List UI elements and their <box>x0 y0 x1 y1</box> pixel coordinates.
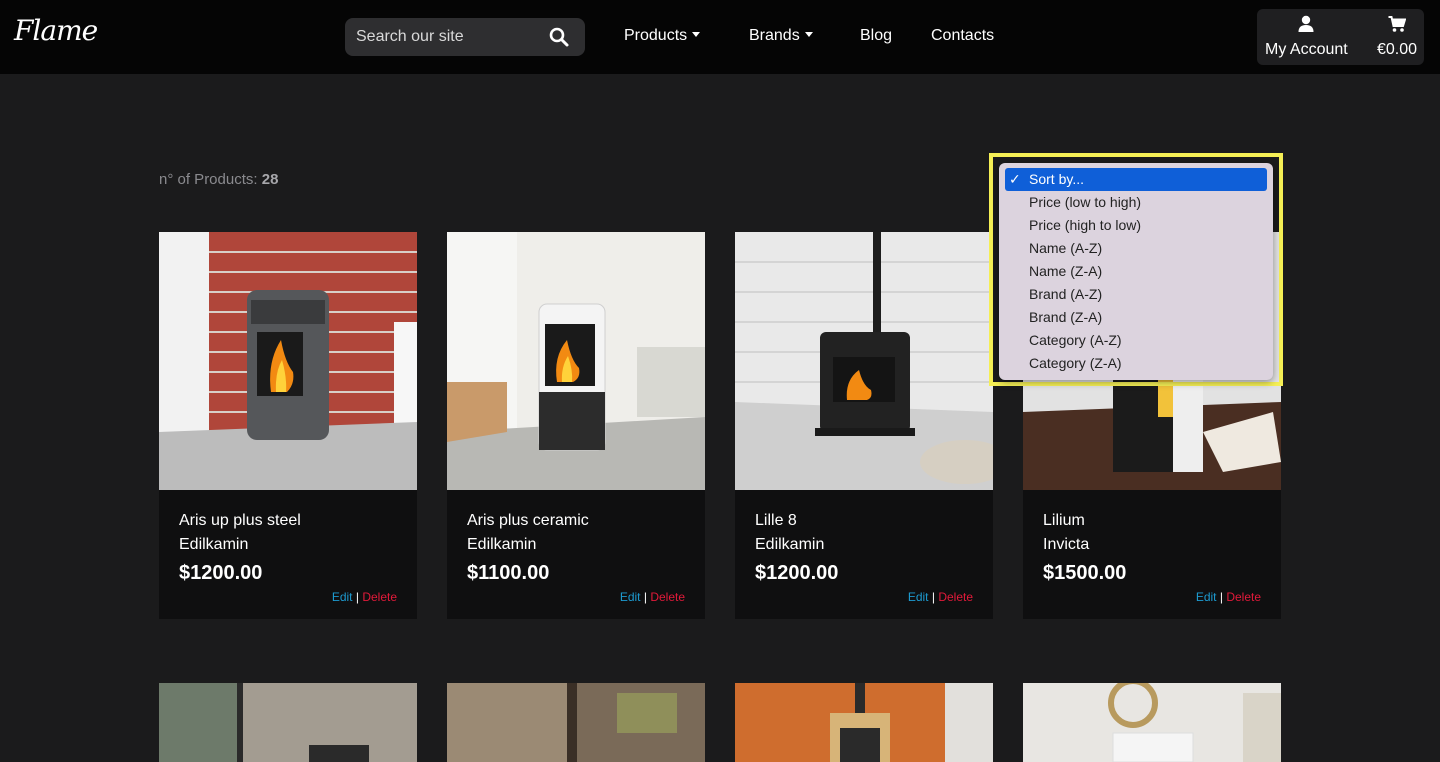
product-price: $1200.00 <box>755 562 839 584</box>
product-actions: Edit | Delete <box>907 590 973 604</box>
nav-blog[interactable]: Blog <box>860 27 892 45</box>
sort-option[interactable]: Brand (Z-A) <box>1005 306 1267 329</box>
sort-dropdown-menu[interactable]: ✓ Sort by... Price (low to high) Price (h… <box>999 163 1273 380</box>
nav-contacts[interactable]: Contacts <box>931 27 994 45</box>
sort-option[interactable]: Price (low to high) <box>1005 191 1267 214</box>
nav-brands-label: Brands <box>749 27 800 44</box>
edit-link[interactable]: Edit <box>620 590 641 604</box>
checkmark-icon: ✓ <box>1009 171 1021 187</box>
sort-option[interactable]: Category (A-Z) <box>1005 329 1267 352</box>
product-image[interactable] <box>159 232 417 490</box>
product-card[interactable]: Aris plus ceramic Edilkamin $1100.00 Edi… <box>447 232 705 619</box>
caret-down-icon <box>804 32 813 37</box>
product-card-partial[interactable] <box>735 683 993 762</box>
product-price: $1100.00 <box>467 562 550 584</box>
product-card[interactable]: Lille 8 Edilkamin $1200.00 Edit | Delete <box>735 232 993 619</box>
delete-link[interactable]: Delete <box>1226 590 1261 604</box>
search-icon[interactable] <box>548 26 570 48</box>
product-count: n° of Products: 28 <box>159 171 278 188</box>
sort-option[interactable]: Brand (A-Z) <box>1005 283 1267 306</box>
delete-link[interactable]: Delete <box>362 590 397 604</box>
product-image[interactable] <box>447 232 705 490</box>
product-info: Lilium Invicta $1500.00 Edit | Delete <box>1023 490 1281 619</box>
product-actions: Edit | Delete <box>619 590 685 604</box>
product-brand: Edilkamin <box>467 536 537 553</box>
product-count-value: 28 <box>261 171 279 188</box>
navbar: Flame Products Brands Blog Contacts My A… <box>0 0 1440 74</box>
product-brand: Invicta <box>1043 536 1090 553</box>
caret-down-icon <box>692 32 701 37</box>
shopping-cart-icon <box>1388 16 1407 32</box>
search-input[interactable] <box>345 18 545 56</box>
product-name[interactable]: Aris plus ceramic <box>467 512 589 530</box>
product-count-label: n° of Products: <box>159 171 258 188</box>
user-icon <box>1298 15 1314 32</box>
nav-brands[interactable]: Brands <box>749 27 813 45</box>
edit-link[interactable]: Edit <box>332 590 353 604</box>
edit-link[interactable]: Edit <box>1196 590 1217 604</box>
product-card-partial[interactable] <box>447 683 705 762</box>
nav-products-label: Products <box>624 27 688 44</box>
product-info: Aris plus ceramic Edilkamin $1100.00 Edi… <box>447 490 705 619</box>
product-actions: Edit | Delete <box>331 590 397 604</box>
product-image[interactable] <box>735 232 993 490</box>
search-bar <box>345 18 585 56</box>
cart-link[interactable]: €0.00 <box>1377 15 1417 59</box>
site-logo[interactable]: Flame <box>14 14 98 47</box>
my-account-label: My Account <box>1265 41 1348 58</box>
product-image[interactable] <box>735 683 993 762</box>
sort-option[interactable]: Category (Z-A) <box>1005 352 1267 375</box>
product-image[interactable] <box>159 683 417 762</box>
cart-total: €0.00 <box>1377 41 1418 58</box>
product-price: $1500.00 <box>1043 562 1127 584</box>
account-cart-box: My Account €0.00 <box>1257 9 1424 65</box>
product-brand: Edilkamin <box>755 536 825 553</box>
product-name[interactable]: Lille 8 <box>755 512 797 530</box>
product-card[interactable]: Aris up plus steel Edilkamin $1200.00 Ed… <box>159 232 417 619</box>
delete-link[interactable]: Delete <box>650 590 685 604</box>
product-name[interactable]: Aris up plus steel <box>179 512 301 530</box>
edit-link[interactable]: Edit <box>908 590 929 604</box>
product-name[interactable]: Lilium <box>1043 512 1085 530</box>
product-image[interactable] <box>1023 678 1281 762</box>
product-actions: Edit | Delete <box>1195 590 1261 604</box>
nav-products[interactable]: Products <box>624 27 701 45</box>
product-info: Lille 8 Edilkamin $1200.00 Edit | Delete <box>735 490 993 619</box>
sort-option-label: Sort by... <box>1029 171 1084 187</box>
sort-option[interactable]: Name (A-Z) <box>1005 237 1267 260</box>
product-card-partial[interactable] <box>159 683 417 762</box>
product-brand: Edilkamin <box>179 536 249 553</box>
my-account-link[interactable]: My Account <box>1265 15 1348 59</box>
product-price: $1200.00 <box>179 562 263 584</box>
sort-option[interactable]: Price (high to low) <box>1005 214 1267 237</box>
delete-link[interactable]: Delete <box>938 590 973 604</box>
sort-option[interactable]: Name (Z-A) <box>1005 260 1267 283</box>
product-image[interactable] <box>447 683 705 762</box>
sort-option[interactable]: ✓ Sort by... <box>1005 168 1267 191</box>
product-card-partial[interactable] <box>1023 678 1281 762</box>
product-info: Aris up plus steel Edilkamin $1200.00 Ed… <box>159 490 417 619</box>
